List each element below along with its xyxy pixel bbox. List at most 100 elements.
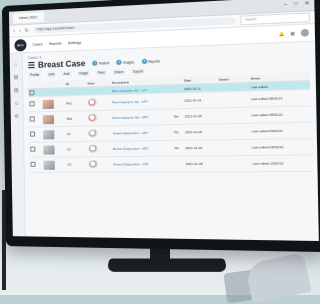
stat-patient[interactable]: 1 Patient (92, 60, 110, 66)
browser-search-input[interactable]: Search (240, 12, 310, 26)
cell-flag: TM (172, 140, 185, 157)
row-checkbox[interactable] (28, 126, 43, 143)
cell-id: R02 (65, 110, 88, 127)
bell-icon[interactable]: 🔔 (279, 31, 285, 37)
checkbox[interactable] (29, 101, 35, 107)
cell-notes: Last edited 10/01/21 (251, 155, 312, 172)
cell (217, 107, 242, 124)
cell-notes: Last edited 08/01/21 (250, 105, 311, 124)
forward-icon[interactable]: › (19, 28, 21, 34)
screen: Inbox | BCC – □ ✕ ‹ › ↻ https://app.exam… (8, 0, 319, 242)
stat-badge: 1 (92, 60, 98, 66)
checkbox[interactable] (30, 146, 36, 152)
main-content: Cases / 4 ☰ Breast Case 1 Patient 2 Imag… (23, 42, 319, 241)
cell-scan (86, 94, 112, 111)
stat-label: Images (122, 59, 135, 65)
cell-date: 2021-01-05 (183, 123, 219, 141)
row-checkbox[interactable] (28, 96, 42, 112)
checkbox[interactable] (30, 161, 36, 167)
grid-icon[interactable]: ▦ (290, 30, 295, 36)
stat-badge: 3 (141, 58, 148, 65)
checkbox[interactable] (29, 131, 36, 137)
row-checkbox[interactable] (29, 142, 43, 158)
cell-scan (86, 110, 112, 127)
cell-thumbnail[interactable] (41, 126, 66, 143)
minimize-icon[interactable]: – (284, 1, 287, 8)
cell-thumbnail[interactable] (41, 111, 66, 127)
app-header-right: 🔔 ▦ (279, 28, 310, 38)
toolbar-image-button[interactable]: Image (76, 70, 91, 77)
table-row[interactable]: C3 Breast Diagnostics - ART 2021-01-08 L… (29, 155, 312, 173)
cell-id: R01 (65, 95, 87, 112)
cell-thumbnail[interactable] (42, 157, 67, 173)
cell-notes: Last edited 09/01/21 (250, 122, 311, 140)
cell-notes: Last edited 09/01/21 (250, 138, 312, 156)
cell-scan (87, 156, 113, 173)
back-icon[interactable]: ‹ (13, 28, 15, 34)
row-checkbox[interactable] (28, 111, 42, 128)
stat-reports[interactable]: 3 Reports (141, 58, 161, 65)
cell (241, 139, 252, 156)
cell-description: Breast Diagnostics - ART (111, 124, 173, 142)
scan-preview (88, 144, 99, 154)
chart-icon[interactable]: ▥ (14, 88, 19, 94)
cell-date: 2021-01-08 (184, 155, 220, 172)
settings-icon[interactable]: ⚙ (14, 114, 19, 120)
stat-label: Reports (148, 58, 161, 64)
scan-preview (88, 160, 100, 169)
column-header[interactable] (240, 74, 250, 83)
toolbar-share-button[interactable]: Share (112, 68, 126, 76)
avatar[interactable] (300, 28, 310, 37)
cell-date: 2021-01-03 (183, 107, 219, 125)
toolbar-add-button[interactable]: Add (61, 70, 72, 78)
close-icon[interactable]: ✕ (305, 0, 310, 7)
cell-description: Breast Diagnostics - ART (111, 140, 174, 157)
cell (241, 123, 251, 140)
cell-flag: TM (172, 108, 184, 125)
cell (241, 107, 251, 124)
case-thumbnail[interactable] (43, 144, 55, 155)
cell-thumbnail[interactable] (42, 141, 67, 158)
cell-scan (87, 141, 112, 157)
case-thumbnail[interactable] (42, 129, 55, 139)
nav-item-cases[interactable]: Cases (32, 42, 42, 46)
menu-icon[interactable]: ☰ (28, 61, 35, 70)
cell (218, 155, 243, 172)
toolbar-edit-button[interactable]: Edit (46, 71, 57, 78)
folder-icon[interactable]: ▤ (14, 75, 19, 81)
checkbox[interactable] (29, 89, 35, 95)
browser-tab[interactable]: Inbox | BCC (12, 11, 45, 24)
cell-thumbnail[interactable] (41, 95, 66, 112)
home-icon[interactable]: ⌂ (14, 61, 17, 67)
cell (240, 82, 250, 92)
app-body: ⌂ ▤ ▥ ☺ ⚙ Cases / 4 ☰ Breast Case 1 Pati… (9, 42, 319, 241)
monitor-stand-base (106, 258, 228, 272)
stat-images[interactable]: 2 Images (116, 59, 135, 66)
refresh-icon[interactable]: ↻ (25, 27, 29, 33)
toolbar-print-button[interactable]: Print (95, 69, 107, 77)
nav-item-settings[interactable]: Settings (68, 40, 81, 45)
page-title: Breast Case (37, 58, 86, 70)
case-thumbnail[interactable] (42, 114, 55, 124)
app-logo[interactable]: BCC (14, 38, 27, 52)
cell-id: C3 (66, 156, 88, 173)
toolbar-export-button[interactable]: Export (130, 68, 146, 75)
user-icon[interactable]: ☺ (14, 101, 19, 107)
case-thumbnail[interactable] (42, 99, 54, 109)
cell-description: Breast Diagnostics - ART (111, 156, 174, 173)
case-table: ID View Description Date Status Notes Ma… (28, 72, 312, 173)
checkbox[interactable] (29, 116, 35, 122)
maximize-icon[interactable]: □ (294, 0, 298, 7)
cell (218, 139, 243, 156)
cell-description: Mammography Hip - ART (111, 108, 173, 126)
cell-notes: Last edited 08/01/21 (249, 89, 311, 108)
nav-item-reports[interactable]: Reports (49, 41, 62, 46)
cell-flag (173, 156, 185, 172)
toolbar-profile-button[interactable]: Profile (27, 71, 42, 79)
row-checkbox[interactable] (29, 157, 43, 173)
cell (242, 155, 252, 172)
case-thumbnail[interactable] (43, 160, 55, 170)
cell-date: 2021-01-06 (184, 139, 219, 157)
cell-flag (171, 92, 184, 109)
cell-id: C1 (65, 126, 88, 142)
